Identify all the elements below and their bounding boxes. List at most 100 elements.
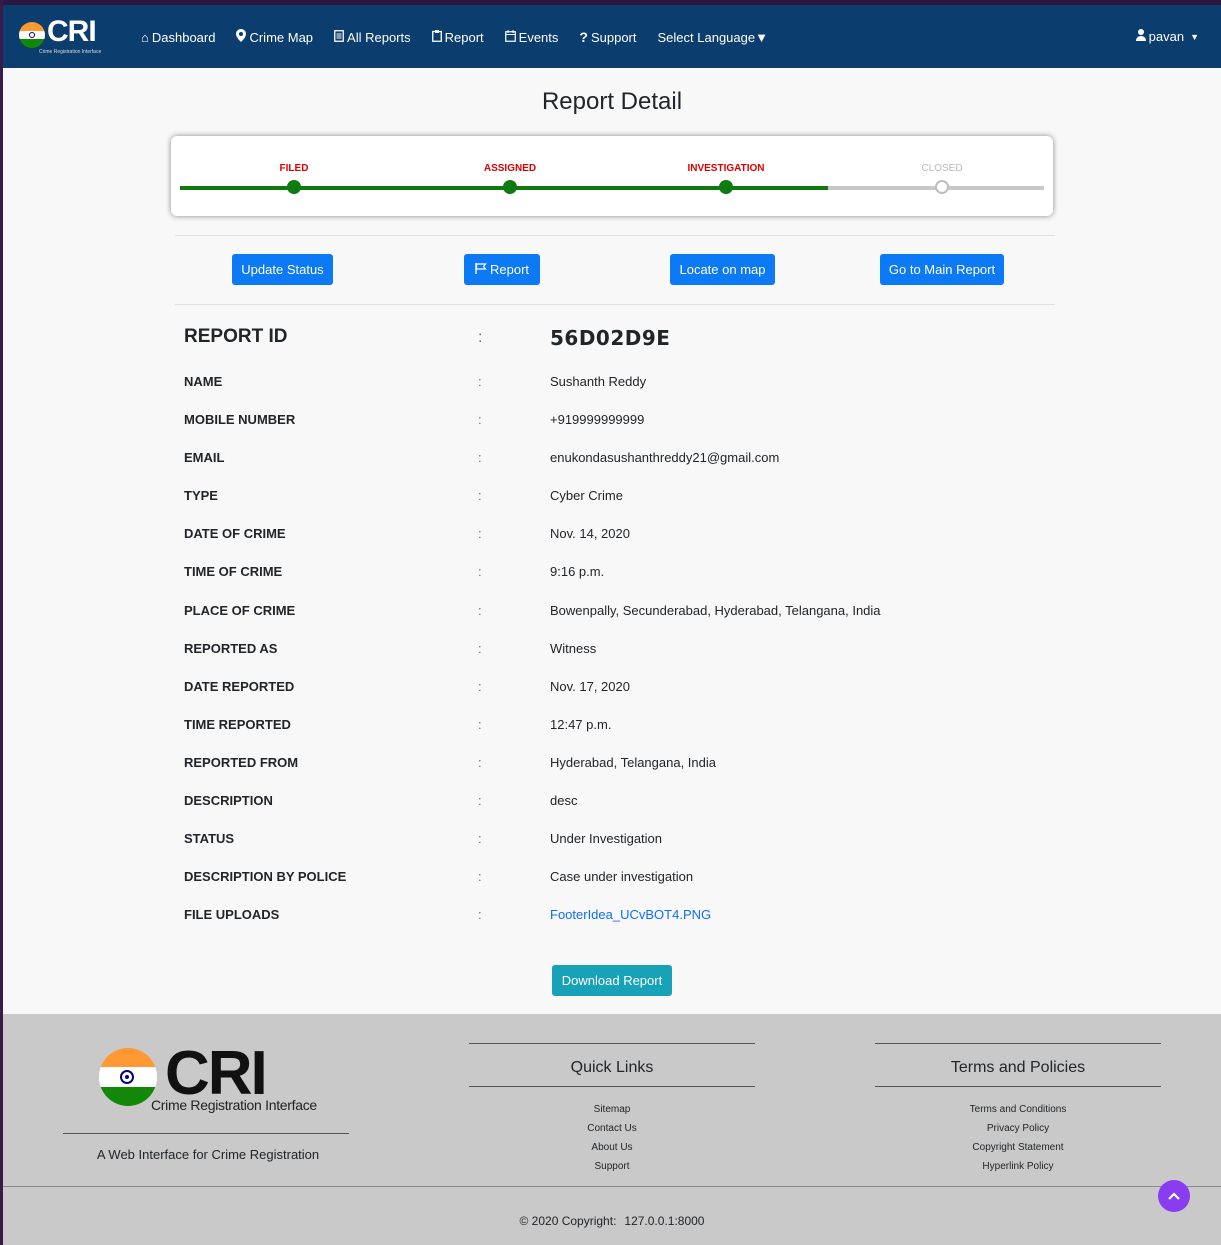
divider (875, 1086, 1161, 1087)
detail-value: Under Investigation (550, 831, 663, 846)
separator: : (478, 717, 482, 732)
detail-row-status: STATUS : Under Investigation (184, 831, 1044, 851)
footer-link-copyright[interactable]: Copyright Statement (874, 1138, 1162, 1157)
footer: CRI Crime Registration Interface A Web I… (3, 1014, 1221, 1245)
divider (469, 1086, 755, 1087)
footer-link-contact-us[interactable]: Contact Us (468, 1119, 756, 1138)
detail-row-type: TYPE : Cyber Crime (184, 488, 1044, 508)
navbar: CRI Crime Registration Interface ⌂ Dashb… (3, 0, 1221, 68)
nav-item-label: All Reports (347, 29, 411, 45)
detail-value: Nov. 14, 2020 (550, 526, 630, 541)
nav-item-report[interactable]: Report (431, 29, 484, 45)
step-label-investigation: INVESTIGATION (687, 163, 765, 174)
nav-item-all-reports[interactable]: All Reports (334, 30, 411, 45)
separator: : (478, 488, 482, 503)
detail-row-email: EMAIL : enukondasushanthreddy21@gmail.co… (184, 450, 1044, 470)
nav-item-label: Crime Map (249, 29, 314, 45)
detail-row-place-of-crime: PLACE OF CRIME : Bowenpally, Secunderaba… (184, 603, 1044, 623)
detail-row-reported-from: REPORTED FROM : Hyderabad, Telangana, In… (184, 755, 1044, 775)
detail-row-reported-as: REPORTED AS : Witness (184, 641, 1044, 661)
detail-label: TYPE (184, 488, 218, 503)
language-select[interactable]: Select Language▼ (658, 30, 768, 45)
report-id-row: REPORT ID : 56D02D9E (184, 326, 1044, 350)
footer-link-about-us[interactable]: About Us (468, 1138, 756, 1157)
detail-value: Sushanth Reddy (550, 374, 647, 389)
scroll-to-top-button[interactable] (1158, 1180, 1190, 1212)
footer-tagline: A Web Interface for Crime Registration (96, 1147, 320, 1162)
page-title: Report Detail (541, 88, 683, 115)
footer-link-hyperlink[interactable]: Hyperlink Policy (874, 1157, 1162, 1176)
detail-label: REPORTED AS (184, 641, 278, 656)
detail-label: DESCRIPTION BY POLICE (184, 869, 347, 884)
detail-value: enukondasushanthreddy21@gmail.com (550, 450, 780, 465)
chevron-down-icon: ▼ (1190, 31, 1199, 42)
nav-item-events[interactable]: Events (504, 29, 558, 45)
detail-row-description: DESCRIPTION : desc (184, 793, 1044, 813)
footer-link-privacy[interactable]: Privacy Policy (874, 1119, 1162, 1138)
user-menu[interactable]: pavan ▼ (1135, 29, 1199, 44)
clipboard-icon (431, 29, 442, 45)
quick-links-list: Sitemap Contact Us About Us Support (468, 1100, 756, 1176)
calendar-icon (504, 29, 516, 45)
nav-item-support[interactable]: ? Support (579, 29, 636, 45)
detail-value: Cyber Crime (550, 488, 623, 503)
detail-label: EMAIL (184, 450, 225, 465)
detail-value: desc (550, 793, 578, 808)
nav-item-label: Dashboard (151, 29, 216, 45)
separator: : (478, 869, 482, 884)
detail-label: MOBILE NUMBER (184, 412, 296, 427)
separator: : (478, 755, 482, 770)
detail-label: STATUS (184, 831, 235, 846)
step-dot-filed (287, 180, 301, 194)
report-id-value: 56D02D9E (550, 326, 671, 350)
separator: : (478, 679, 482, 694)
flag-icon (475, 262, 487, 277)
nav-item-label: Support (590, 29, 637, 45)
detail-label: NAME (184, 374, 223, 389)
separator: : (478, 526, 482, 541)
footer-logo-tagline: Crime Registration Interface (151, 1097, 317, 1113)
step-label-assigned: ASSIGNED (483, 163, 537, 174)
detail-label: FILE UPLOADS (184, 907, 280, 922)
report-id-label: REPORT ID (184, 326, 288, 347)
locate-on-map-button[interactable]: Locate on map (670, 254, 775, 285)
detail-label: REPORTED FROM (184, 755, 299, 770)
divider (469, 1043, 755, 1044)
separator: : (478, 793, 482, 808)
nav-item-crime-map[interactable]: Crime Map (236, 29, 313, 45)
detail-row-file-uploads: FILE UPLOADS : FooterIdea_UCvBOT4.PNG (184, 907, 1044, 927)
detail-value: +919999999999 (550, 412, 645, 427)
detail-label: DESCRIPTION (184, 793, 273, 808)
divider (63, 1133, 349, 1134)
divider (175, 235, 1055, 236)
report-button[interactable]: Report (464, 254, 540, 285)
footer-logo: CRI Crime Registration Interface (99, 1039, 339, 1118)
status-progress: FILED ASSIGNED INVESTIGATION CLOSED (171, 136, 1053, 216)
chevron-up-icon (1168, 1187, 1180, 1205)
update-status-button[interactable]: Update Status (232, 254, 333, 285)
go-to-main-report-button[interactable]: Go to Main Report (880, 254, 1004, 285)
separator: : (478, 374, 482, 389)
detail-value: Witness (550, 641, 597, 656)
progress-track (180, 186, 1044, 190)
brand-logo[interactable]: CRI Crime Registration Interface (17, 15, 117, 61)
footer-link-terms[interactable]: Terms and Conditions (874, 1100, 1162, 1119)
footer-link-sitemap[interactable]: Sitemap (468, 1100, 756, 1119)
separator: : (478, 603, 482, 618)
separator: : (478, 329, 483, 346)
detail-row-time-of-crime: TIME OF CRIME : 9:16 p.m. (184, 564, 1044, 584)
step-dot-closed (935, 180, 949, 194)
divider (175, 304, 1055, 305)
download-report-button[interactable]: Download Report (552, 965, 672, 996)
copyright-address: 127.0.0.1:8000 (624, 1214, 705, 1228)
detail-row-name: NAME : Sushanth Reddy (184, 374, 1044, 394)
detail-row-mobile-number: MOBILE NUMBER : +919999999999 (184, 412, 1044, 432)
file-upload-link[interactable]: FooterIdea_UCvBOT4.PNG (550, 907, 711, 922)
footer-link-support[interactable]: Support (468, 1157, 756, 1176)
copyright: © 2020 Copyright: 127.0.0.1:8000 (3, 1214, 1221, 1228)
detail-value: Hyderabad, Telangana, India (550, 755, 716, 770)
brand-tagline: Crime Registration Interface (39, 49, 102, 55)
nav-item-dashboard[interactable]: ⌂ Dashboard (141, 30, 215, 45)
detail-label: TIME REPORTED (184, 717, 291, 732)
detail-label: TIME OF CRIME (184, 564, 283, 579)
